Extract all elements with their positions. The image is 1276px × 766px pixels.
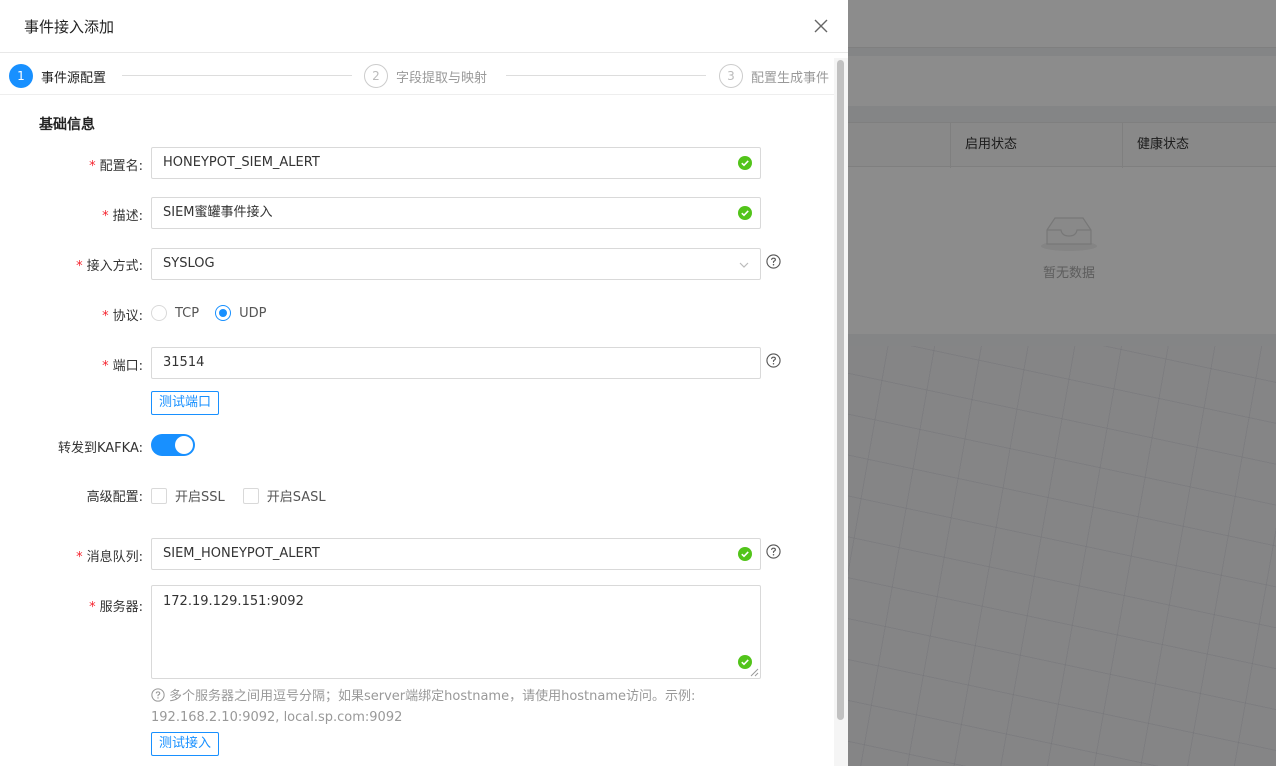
forward-kafka-switch[interactable] [151,434,195,456]
message-queue-input[interactable]: SIEM_HONEYPOT_ALERT [151,538,761,570]
step-1-label: 事件源配置 [41,70,107,86]
protocol-udp-radio[interactable]: UDP [215,305,266,321]
steps-bar: 1 事件源配置 2 字段提取与映射 3 配置生成事件 [0,53,848,95]
step-2[interactable]: 2 字段提取与映射 [364,64,487,88]
config-name-value: HONEYPOT_SIEM_ALERT [163,155,320,170]
step-connector-1 [122,75,352,76]
test-access-button[interactable]: 测试接入 [151,732,220,756]
advanced-config-checkboxes: 开启SSL 开启SASL [151,486,344,505]
step-3-label: 配置生成事件 [751,70,830,86]
drawer-title: 事件接入添加 [24,18,115,36]
help-icon[interactable] [766,254,781,269]
forward-kafka-label: 转发到KAFKA: [57,441,143,456]
drawer-scrollbar[interactable] [834,58,848,766]
checkbox-icon [151,487,167,504]
description-value: SIEM蜜罐事件接入 [163,205,273,220]
question-circle-icon [151,688,165,702]
protocol-tcp-radio[interactable]: TCP [151,305,199,321]
check-circle-icon [738,156,752,170]
servers-value: 172.19.129.151:9092 [163,594,304,609]
enable-sasl-checkbox[interactable]: 开启SASL [242,486,326,505]
step-1[interactable]: 1 事件源配置 [9,64,106,88]
help-icon[interactable] [766,353,781,368]
step-3[interactable]: 3 配置生成事件 [719,64,829,88]
servers-textarea[interactable]: 172.19.129.151:9092 [151,585,761,679]
servers-label: * 服务器: [89,600,143,615]
step-3-number: 3 [719,64,743,88]
close-button[interactable] [806,12,836,40]
help-icon[interactable] [766,544,781,559]
servers-hint-line1: 多个服务器之间用逗号分隔；如果server端绑定hostname，请使用host… [169,689,696,704]
test-port-button[interactable]: 测试端口 [151,391,220,415]
config-name-label: * 配置名: [89,159,143,174]
enable-ssl-checkbox[interactable]: 开启SSL [151,486,225,505]
access-method-value: SYSLOG [163,256,215,271]
radio-circle-icon [151,305,167,321]
message-queue-label: * 消息队列: [76,550,143,565]
drawer-header: 事件接入添加 [0,0,848,53]
chevron-down-icon [739,262,749,268]
message-queue-value: SIEM_HONEYPOT_ALERT [163,546,320,561]
access-method-label: * 接入方式: [76,259,143,274]
servers-hint-line2: 192.168.2.10:9092, local.sp.com:9092 [151,710,403,725]
protocol-udp-label: UDP [239,305,267,321]
section-title-basic-info: 基础信息 [39,117,95,133]
switch-knob [175,436,193,454]
check-circle-icon [738,655,752,669]
add-event-access-drawer: 事件接入添加 1 事件源配置 2 字段提取与映射 3 配置生成事件 基础信息 *… [0,0,848,766]
protocol-radio-group: TCP UDP [151,303,282,323]
access-method-select[interactable]: SYSLOG [151,248,761,280]
enable-sasl-label: 开启SASL [266,490,326,505]
description-input[interactable]: SIEM蜜罐事件接入 [151,197,761,229]
check-circle-icon [738,547,752,561]
scrollbar-thumb[interactable] [837,60,844,720]
resize-handle-icon[interactable] [750,668,759,677]
close-icon [814,19,828,33]
step-2-number: 2 [364,64,388,88]
check-circle-icon [738,206,752,220]
step-2-label: 字段提取与映射 [396,70,488,86]
port-input[interactable]: 31514 [151,347,761,379]
enable-ssl-label: 开启SSL [175,490,225,505]
advanced-config-label: 高级配置: [86,490,143,505]
step-1-number: 1 [9,64,33,88]
description-label: * 描述: [102,209,143,224]
protocol-tcp-label: TCP [175,305,200,321]
radio-checked-icon [215,305,232,321]
servers-hint: 多个服务器之间用逗号分隔；如果server端绑定hostname，请使用host… [151,686,751,728]
checkbox-icon [242,487,259,504]
step-connector-2 [506,75,706,76]
port-label: * 端口: [102,359,143,374]
protocol-label: * 协议: [102,309,143,324]
port-value: 31514 [163,355,205,370]
config-name-input[interactable]: HONEYPOT_SIEM_ALERT [151,147,761,179]
